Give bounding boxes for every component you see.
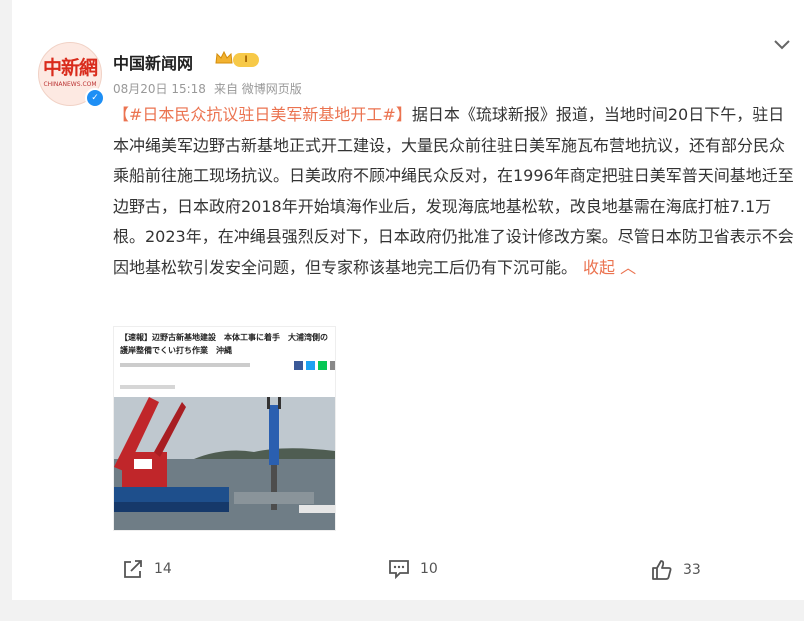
repost-count: 14 (154, 561, 172, 577)
post-date[interactable]: 08月20日 15:18 (113, 80, 206, 97)
comment-icon (389, 560, 409, 579)
level-badge[interactable]: I (233, 53, 259, 67)
chevron-down-icon[interactable] (772, 38, 792, 52)
verified-icon: ✓ (85, 88, 105, 108)
avatar-logo: 中新網 (42, 57, 98, 79)
hashtag-link[interactable]: 【#日本民众抗议驻日美军新基地开工#】 (113, 105, 412, 124)
post-source: 来自 微博网页版 (213, 82, 302, 96)
crown-icon (215, 50, 233, 64)
post-body: 据日本《琉球新报》报道，当地时间20日下午，驻日本冲绳美军边野古新基地正式开工建… (113, 105, 794, 277)
collapse-label: 收起 (583, 257, 616, 277)
like-button[interactable]: 33 (651, 559, 701, 581)
avatar-sub: CHINANEWS.COM (43, 81, 97, 88)
like-count: 33 (683, 562, 701, 578)
author-name[interactable]: 中国新闻网 (113, 50, 193, 74)
construction-scene-image (114, 397, 335, 530)
image-headline: 【速報】辺野古新基地建設 本体工事に着手 大浦湾側の護岸整備でくい打ち作業 沖縄 (120, 333, 328, 355)
thumbs-up-icon (652, 560, 672, 580)
repost-button[interactable]: 14 (122, 559, 172, 579)
image-divider (120, 363, 250, 367)
comment-button[interactable]: 10 (388, 559, 438, 579)
post-card: 中新網 CHINANEWS.COM ✓ 中国新闻网 I 08月20日 15:18… (12, 0, 804, 600)
repost-icon (124, 560, 142, 578)
collapse-button[interactable]: 收起 ︿ (583, 258, 636, 277)
post-text: 【#日本民众抗议驻日美军新基地开工#】据日本《琉球新报》报道，当地时间20日下午… (113, 100, 796, 283)
post-meta: 08月20日 15:18 来自 微博网页版 (113, 80, 302, 97)
post-image[interactable]: 【速報】辺野古新基地建設 本体工事に着手 大浦湾側の護岸整備でくい打ち作業 沖縄 (113, 326, 336, 531)
share-icons (294, 361, 335, 370)
image-divider-2 (120, 385, 175, 389)
comment-count: 10 (420, 561, 438, 577)
